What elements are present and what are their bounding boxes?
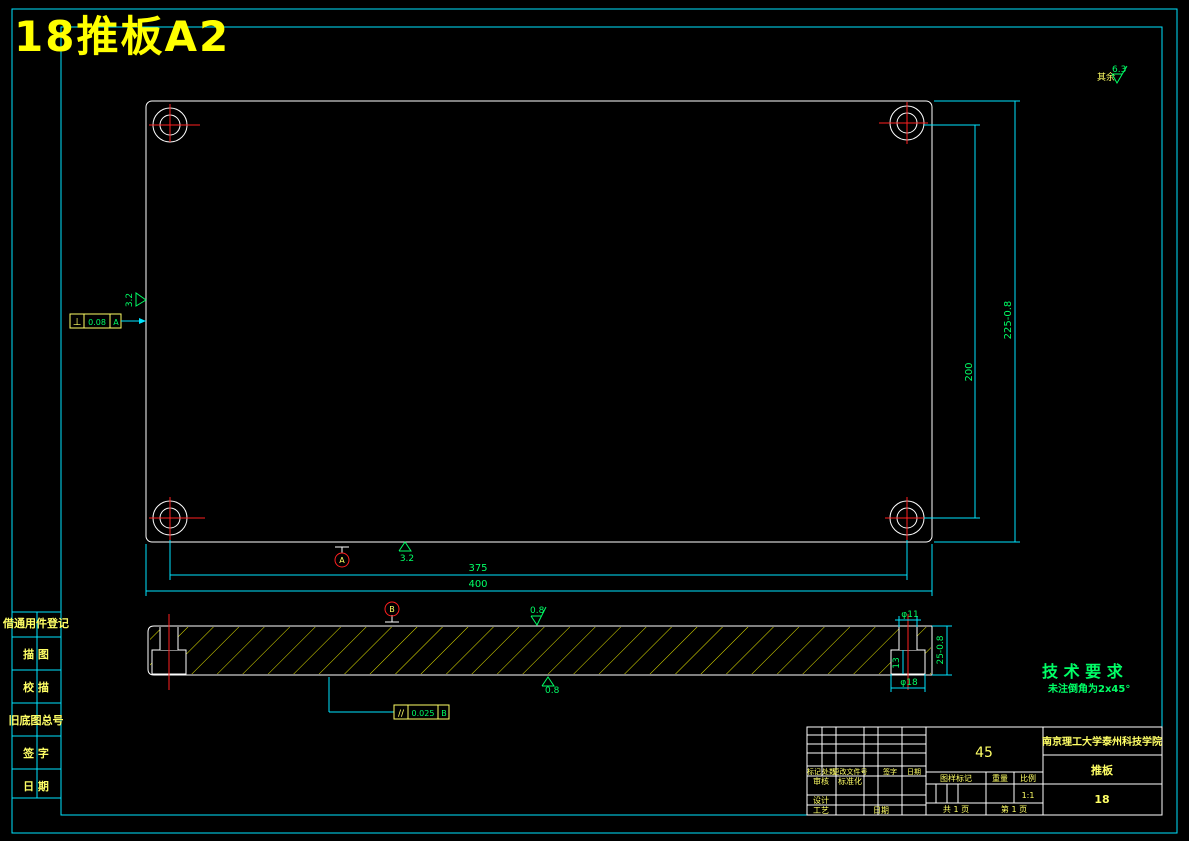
svg-text:设计: 设计 [813,795,829,805]
inner-border [60,26,1163,816]
side-label-borrowed: 借通用件登记 [2,616,69,630]
svg-text:⊥: ⊥ [73,317,82,328]
svg-text:日期: 日期 [907,768,921,776]
svg-text:日期: 日期 [873,806,889,815]
side-label-old-no: 旧底图总号 [9,713,64,727]
svg-text:工艺: 工艺 [813,806,829,815]
svg-text:A: A [339,556,345,565]
general-roughness-symbol: 其余 6.3 [1097,65,1128,85]
svg-text:B: B [389,605,395,614]
dim-overall-width: 400 [145,544,933,596]
svg-text:A: A [113,318,119,327]
sheet-total: 共 1 页 [943,805,969,814]
material-value: 45 [975,745,993,761]
dim-thickness: 25-0.8 [932,625,952,676]
svg-text:标准化: 标准化 [838,776,862,786]
tolerance-perpendicularity: ⊥ 0.08 A [69,313,146,329]
svg-text:6.3: 6.3 [1112,65,1126,75]
svg-text:375: 375 [468,563,487,574]
svg-text:200: 200 [964,362,975,381]
dim-hole-spacing-x: 375 [169,540,908,580]
drawing-number: 18 [1094,793,1109,806]
side-label-tracing: 描 图 [23,647,49,661]
svg-text:比例: 比例 [1020,773,1036,783]
technical-requirements: 技 术 要 求 未注倒角为2x45° [1042,662,1130,695]
side-label-date: 日 期 [23,779,49,793]
svg-text:25-0.8: 25-0.8 [936,635,946,664]
top-view: 200 225-0.8 375 400 3.2 ⊥ 0.08 A A 3.2 [69,100,1020,596]
hole-top-left [149,104,200,143]
svg-text:重量: 重量 [992,773,1008,783]
outer-border [11,8,1178,834]
roughness-section-top: 0.8 [530,606,547,626]
roughness-left-face: 3.2 [125,292,147,307]
roughness-bottom-face: 3.2 [398,541,414,564]
svg-text:0.08: 0.08 [88,318,106,327]
school-name: 南京理工大学泰州科技学院 [1042,735,1162,748]
svg-text:B: B [441,709,447,718]
sheet-number: 第 1 页 [1001,804,1027,814]
hole-bottom-right [885,497,928,541]
side-label-check: 校 描 [23,680,49,694]
tech-req-heading: 技 术 要 求 [1042,662,1124,681]
engineering-drawing: 借通用件登记 描 图 校 描 旧底图总号 签 字 日 期 其余 6.3 200 … [2,8,1178,834]
svg-text:0.8: 0.8 [545,686,560,696]
svg-text:签字: 签字 [883,767,897,776]
svg-text:3.2: 3.2 [125,293,135,307]
counterbore-left [151,614,187,690]
svg-text:225-0.8: 225-0.8 [1003,301,1014,340]
svg-text:更改文件号: 更改文件号 [833,767,868,776]
svg-text:3.2: 3.2 [400,554,414,564]
section-view: B 0.8 0.8 // 0.025 B φ11 φ18 13 25-0.8 [147,601,952,720]
hole-bottom-left [149,497,205,541]
side-label-signature: 签 字 [22,746,49,760]
dim-overall-height: 225-0.8 [934,100,1020,543]
svg-text:13: 13 [892,657,902,668]
part-name: 推板 [1091,763,1114,777]
hole-top-right [879,102,928,144]
datum-a-symbol: A [334,546,350,568]
side-stamp-column: 借通用件登记 描 图 校 描 旧底图总号 签 字 日 期 [2,611,69,799]
datum-b-symbol: B [384,601,400,623]
tech-req-line1: 未注倒角为2x45° [1047,682,1130,695]
svg-text:0.8: 0.8 [530,606,545,616]
svg-text://: // [398,709,405,719]
svg-text:400: 400 [468,579,487,590]
tolerance-parallelism: // 0.025 B [328,677,450,720]
svg-text:图样标记: 图样标记 [940,773,972,783]
svg-text:0.025: 0.025 [412,709,435,718]
svg-text:φ11: φ11 [901,610,918,620]
roughness-section-bottom: 0.8 [541,676,560,696]
svg-text:审核: 审核 [813,776,829,786]
sheet-title: 18推板A2 [14,12,231,61]
plate-outline [145,100,933,543]
svg-text:φ18: φ18 [900,678,918,688]
scale-value: 1:1 [1022,791,1035,800]
svg-text:标记: 标记 [807,767,821,776]
